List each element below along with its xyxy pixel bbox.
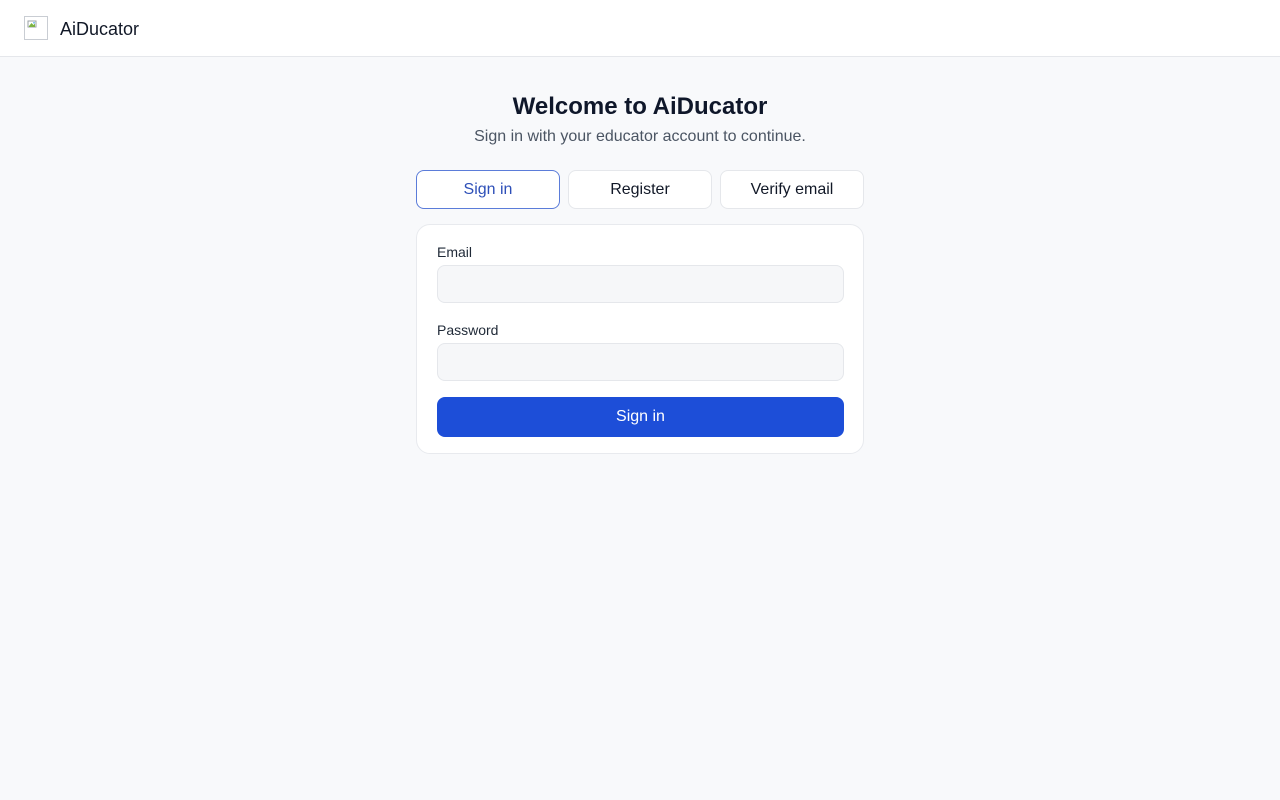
password-label: Password [437,322,499,338]
tab-register[interactable]: Register [568,170,712,209]
app-name: AiDucator [60,19,140,39]
email-field[interactable] [437,265,844,303]
tab-verify-email[interactable]: Verify email [720,170,864,209]
page-subtitle: Sign in with your educator account to co… [474,128,806,145]
sign-in-button[interactable]: Sign in [437,397,844,437]
page-title: Welcome to AiDucator [512,93,768,120]
password-field[interactable] [437,343,844,381]
sign-in-form: Email Password Sign in [416,224,864,454]
email-label: Email [437,244,473,260]
top-bar: AiDucator [0,0,1280,57]
tab-sign-in[interactable]: Sign in [416,170,560,209]
broken-image-icon [24,16,48,40]
